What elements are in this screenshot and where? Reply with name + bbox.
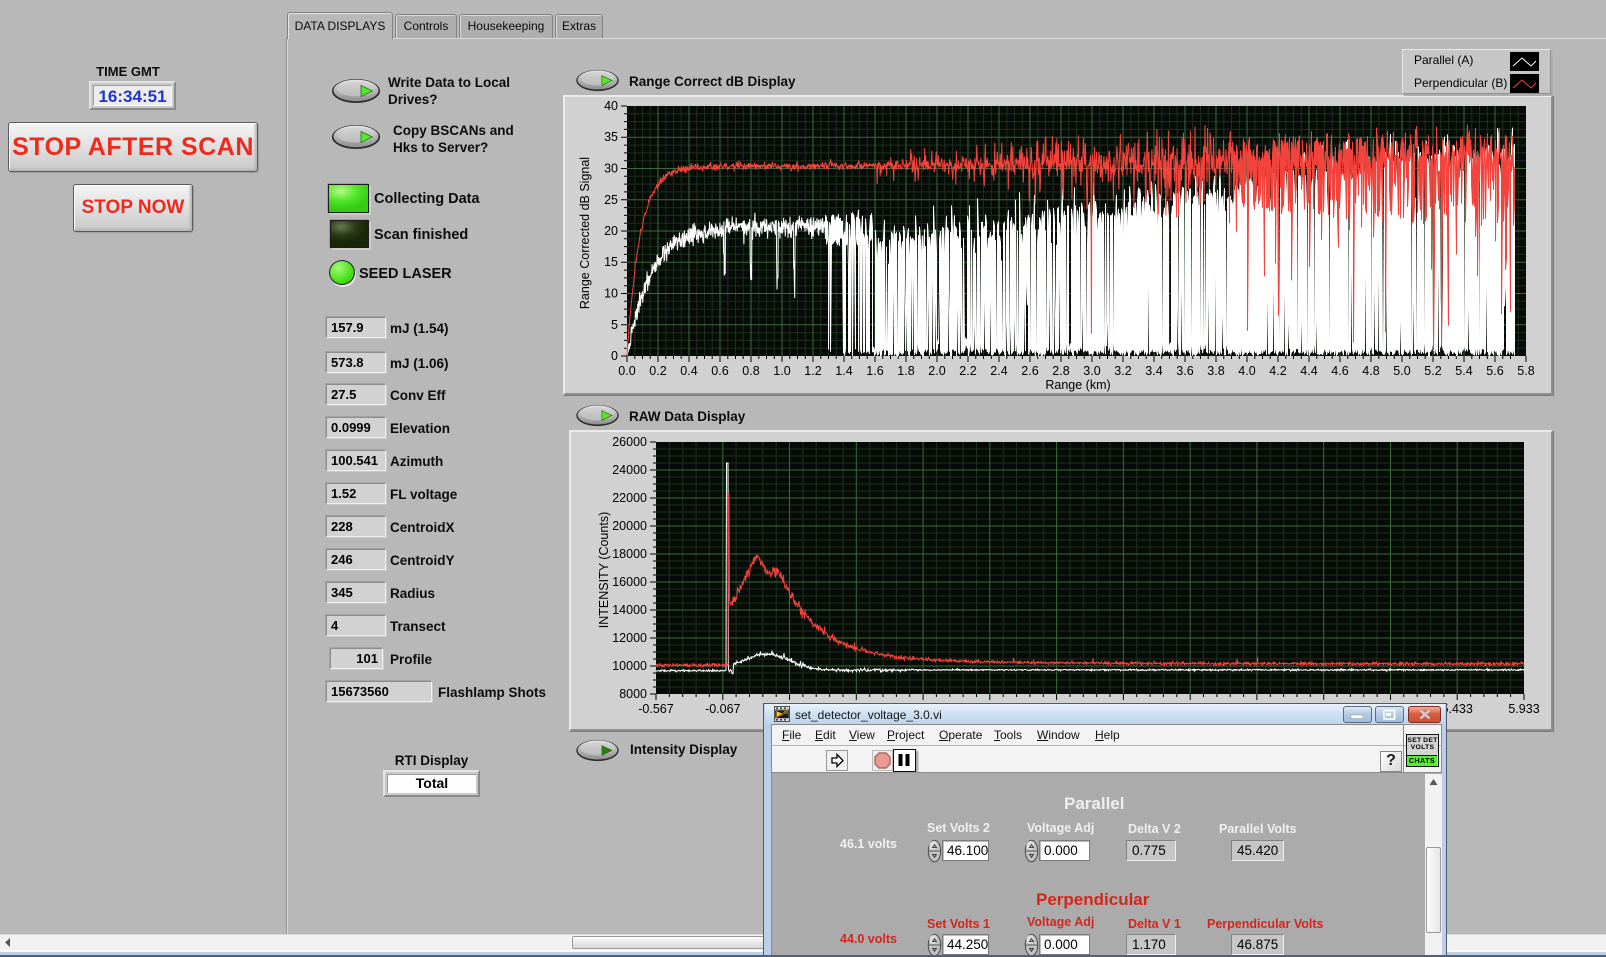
svg-text:5.4: 5.4 — [1455, 364, 1472, 378]
svg-text:40: 40 — [604, 99, 618, 113]
svg-text:0.4: 0.4 — [680, 364, 697, 378]
svg-text:5.2: 5.2 — [1424, 364, 1441, 378]
svg-text:0.0: 0.0 — [618, 364, 635, 378]
svg-text:24000: 24000 — [612, 463, 647, 477]
svg-text:10000: 10000 — [612, 659, 647, 673]
svg-text:14000: 14000 — [612, 603, 647, 617]
svg-text:35: 35 — [604, 130, 618, 144]
svg-text:3.0: 3.0 — [1083, 364, 1100, 378]
svg-text:26000: 26000 — [612, 435, 647, 449]
svg-text:16000: 16000 — [612, 575, 647, 589]
svg-text:4.4: 4.4 — [1300, 364, 1317, 378]
svg-text:2.0: 2.0 — [928, 364, 945, 378]
svg-text:1.6: 1.6 — [866, 364, 883, 378]
svg-text:5.933: 5.933 — [1508, 702, 1539, 716]
svg-text:4.8: 4.8 — [1362, 364, 1379, 378]
svg-text:30: 30 — [604, 162, 618, 176]
svg-text:3.2: 3.2 — [1114, 364, 1131, 378]
svg-text:0: 0 — [611, 349, 618, 363]
svg-text:5: 5 — [611, 318, 618, 332]
svg-text:0.8: 0.8 — [742, 364, 759, 378]
svg-text:10: 10 — [604, 287, 618, 301]
svg-text:2.8: 2.8 — [1052, 364, 1069, 378]
svg-text:5.8: 5.8 — [1517, 364, 1534, 378]
svg-text:18000: 18000 — [612, 547, 647, 561]
svg-text:2.6: 2.6 — [1021, 364, 1038, 378]
svg-text:-0.567: -0.567 — [638, 702, 673, 716]
svg-text:5.6: 5.6 — [1486, 364, 1503, 378]
svg-text:Range (km): Range (km) — [1045, 378, 1110, 392]
svg-text:0.2: 0.2 — [649, 364, 666, 378]
svg-text:5.0: 5.0 — [1393, 364, 1410, 378]
svg-text:Range Corrected dB Signal: Range Corrected dB Signal — [578, 157, 592, 309]
svg-text:2.4: 2.4 — [990, 364, 1007, 378]
svg-text:3.4: 3.4 — [1145, 364, 1162, 378]
svg-text:12000: 12000 — [612, 631, 647, 645]
svg-text:20: 20 — [604, 224, 618, 238]
svg-text:1.0: 1.0 — [773, 364, 790, 378]
svg-text:1.8: 1.8 — [897, 364, 914, 378]
svg-text:4.2: 4.2 — [1269, 364, 1286, 378]
svg-text:1.4: 1.4 — [835, 364, 852, 378]
svg-text:4.6: 4.6 — [1331, 364, 1348, 378]
svg-text:2.2: 2.2 — [959, 364, 976, 378]
svg-text:8000: 8000 — [619, 687, 647, 701]
svg-text:0.6: 0.6 — [711, 364, 728, 378]
svg-text:-0.067: -0.067 — [705, 702, 740, 716]
svg-text:20000: 20000 — [612, 519, 647, 533]
svg-text:3.8: 3.8 — [1207, 364, 1224, 378]
svg-text:15: 15 — [604, 255, 618, 269]
svg-text:25: 25 — [604, 193, 618, 207]
svg-text:22000: 22000 — [612, 491, 647, 505]
svg-text:4.0: 4.0 — [1238, 364, 1255, 378]
svg-text:1.2: 1.2 — [804, 364, 821, 378]
svg-text:INTENSITY (Counts): INTENSITY (Counts) — [597, 512, 611, 628]
svg-text:3.6: 3.6 — [1176, 364, 1193, 378]
